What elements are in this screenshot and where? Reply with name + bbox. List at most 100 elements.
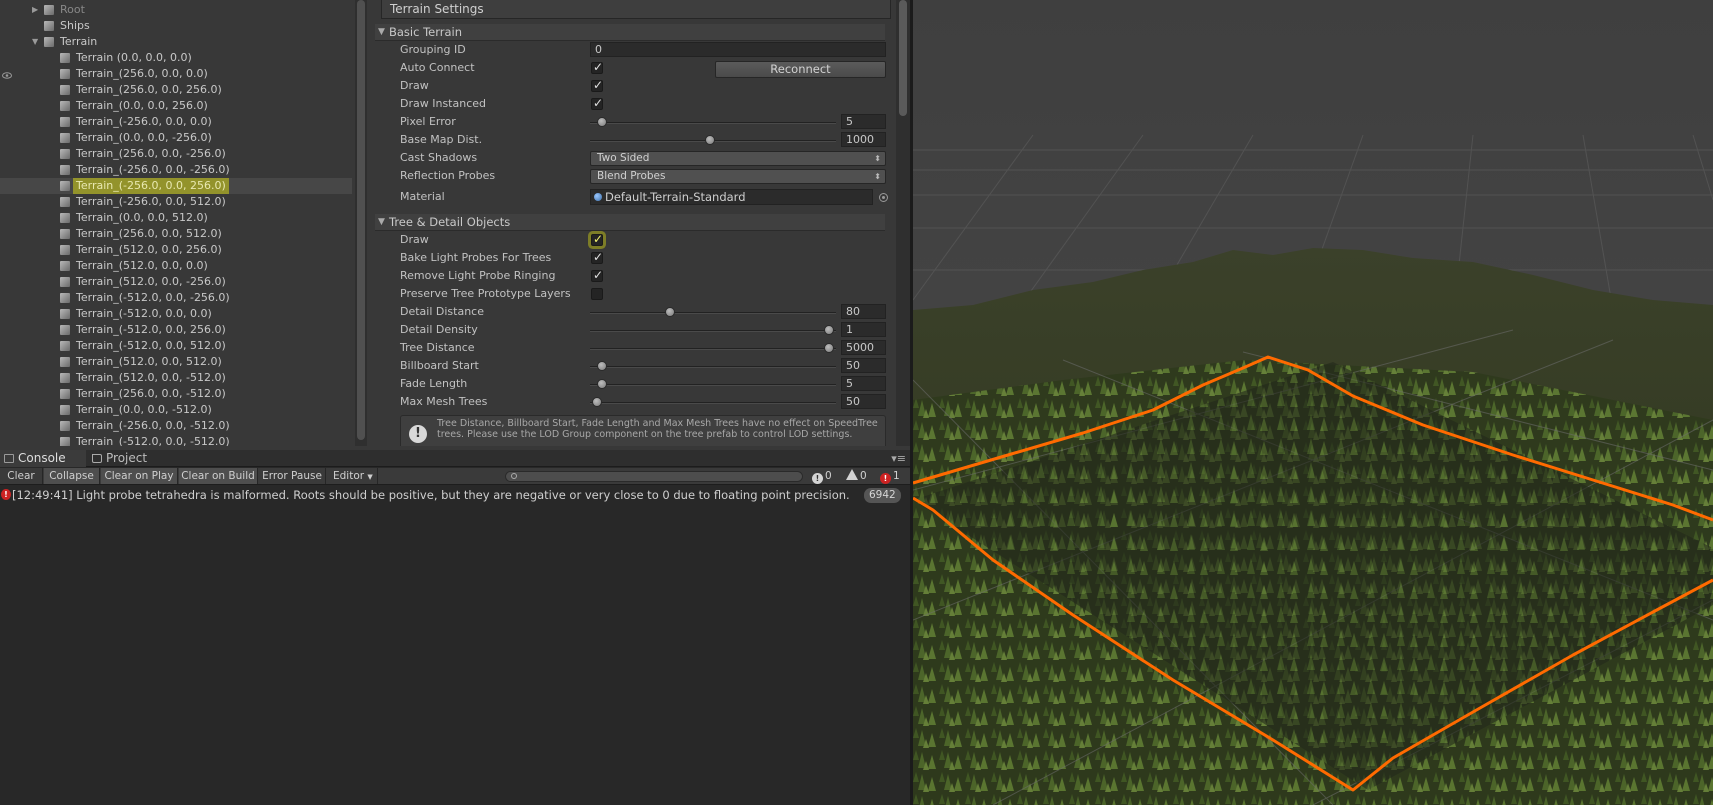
hierarchy-item[interactable]: ▶ Root [0, 2, 352, 18]
auto-connect-checkbox[interactable] [591, 60, 603, 74]
hierarchy-item-label: Ships [60, 19, 90, 32]
hierarchy-item[interactable]: ▼ Terrain [0, 34, 352, 50]
hierarchy-item[interactable]: Terrain_(0.0, 0.0, 256.0) [0, 98, 352, 114]
collapsed-arrow-icon[interactable]: ▶ [32, 2, 44, 18]
fade-length-label: Fade Length [400, 377, 468, 390]
hierarchy-item[interactable]: Terrain_(0.0, 0.0, -256.0) [0, 130, 352, 146]
detail-density-input[interactable]: 1 [841, 322, 886, 337]
detail-density-slider-knob[interactable] [824, 325, 834, 335]
draw-instanced-checkbox[interactable] [591, 96, 603, 110]
clear-on-build-toggle[interactable]: Clear on Build [179, 468, 258, 484]
detail-distance-slider-knob[interactable] [664, 307, 675, 317]
console-toolbar: Clear Collapse Clear on Play Clear on Bu… [0, 468, 912, 485]
hierarchy-item[interactable]: Terrain (0.0, 0.0, 0.0) [0, 50, 352, 66]
clear-on-play-toggle[interactable]: Clear on Play [101, 468, 178, 484]
cast-shadows-value: Two Sided [597, 152, 650, 164]
hierarchy-item[interactable]: Terrain_(512.0, 0.0, 256.0) [0, 242, 352, 258]
inspector-scroll-thumb[interactable] [899, 0, 907, 116]
pixel-error-input[interactable]: 5 [841, 114, 886, 129]
hierarchy-item[interactable]: Terrain_(-512.0, 0.0, -512.0) [0, 434, 352, 446]
tab-console-label: Console [18, 451, 66, 465]
max-mesh-trees-input[interactable]: 50 [841, 394, 886, 409]
pixel-error-slider-knob[interactable] [597, 117, 608, 127]
hierarchy-item[interactable]: Terrain_(512.0, 0.0, -256.0) [0, 274, 352, 290]
editor-dropdown[interactable]: Editor ▼ [327, 468, 378, 484]
tree-distance-input[interactable]: 5000 [841, 340, 886, 355]
error-pause-toggle[interactable]: Error Pause [259, 468, 326, 484]
max-mesh-trees-slider[interactable] [590, 402, 836, 404]
hierarchy-item[interactable]: Terrain_(0.0, 0.0, -512.0) [0, 402, 352, 418]
console-search-input[interactable] [505, 471, 803, 482]
hierarchy-scrollbar[interactable] [355, 0, 367, 446]
hierarchy-item[interactable]: Terrain_(-256.0, 0.0, 0.0) [0, 114, 352, 130]
bake-light-probes-checkbox[interactable] [591, 250, 603, 264]
remove-light-probe-ringing-checkbox[interactable] [591, 268, 603, 282]
tree-draw-checkbox[interactable] [591, 232, 603, 246]
hierarchy-item-label: Terrain_(256.0, 0.0, 0.0) [76, 67, 208, 80]
tree-distance-slider[interactable] [590, 348, 836, 350]
material-object-field[interactable]: Default-Terrain-Standard [590, 189, 873, 205]
inspector-scrollbar[interactable] [896, 0, 910, 446]
tree-detail-foldout[interactable]: ▼ Tree & Detail Objects [375, 214, 885, 231]
hierarchy-item[interactable]: Terrain_(-512.0, 0.0, 512.0) [0, 338, 352, 354]
grouping-id-input[interactable]: 0 [590, 42, 886, 57]
hierarchy-item[interactable]: Terrain_(256.0, 0.0, -512.0) [0, 386, 352, 402]
gameobject-cube-icon [60, 373, 70, 383]
console-log-entry[interactable]: ! [12:49:41] Light probe tetrahedra is m… [0, 486, 912, 504]
hierarchy-item[interactable]: Ships [0, 18, 352, 34]
reconnect-button[interactable]: Reconnect [715, 61, 886, 78]
hierarchy-item[interactable]: Terrain_(0.0, 0.0, 512.0) [0, 210, 352, 226]
speedtree-help-text: Tree Distance, Billboard Start, Fade Len… [437, 418, 878, 440]
hierarchy-item[interactable]: Terrain_(512.0, 0.0, 0.0) [0, 258, 352, 274]
draw-checkbox[interactable] [591, 78, 603, 92]
error-count-toggle[interactable]: ! 1 [880, 469, 900, 484]
info-count-toggle[interactable]: ! 0 [812, 469, 832, 484]
base-map-dist-slider-knob[interactable] [704, 135, 715, 145]
preserve-tree-prototype-layers-checkbox[interactable] [591, 288, 603, 300]
detail-distance-input[interactable]: 80 [841, 304, 886, 319]
reflection-probes-dropdown[interactable]: Blend Probes ⬍ [590, 169, 886, 184]
max-mesh-trees-slider-knob[interactable] [592, 397, 603, 407]
fade-length-input[interactable]: 5 [841, 376, 886, 391]
hierarchy-item[interactable]: Terrain_(-256.0, 0.0, -256.0) [0, 162, 352, 178]
hierarchy-item[interactable]: Terrain_(-512.0, 0.0, -256.0) [0, 290, 352, 306]
visibility-eye-icon[interactable] [2, 69, 12, 79]
scene-view[interactable] [913, 0, 1713, 805]
detail-distance-label: Detail Distance [400, 305, 484, 318]
gameobject-cube-icon [60, 133, 70, 143]
detail-distance-slider[interactable] [590, 312, 836, 314]
hierarchy-scroll-thumb[interactable] [357, 0, 365, 440]
tab-project[interactable]: Project [88, 450, 158, 467]
hierarchy-item[interactable]: Terrain_(256.0, 0.0, -256.0) [0, 146, 352, 162]
hierarchy-item[interactable]: Terrain_(512.0, 0.0, -512.0) [0, 370, 352, 386]
tree-distance-slider-knob[interactable] [824, 343, 834, 353]
cast-shadows-dropdown[interactable]: Two Sided ⬍ [590, 151, 886, 166]
billboard-start-input[interactable]: 50 [841, 358, 886, 373]
gameobject-cube-icon [60, 293, 70, 303]
hierarchy-item[interactable]: Terrain_(512.0, 0.0, 512.0) [0, 354, 352, 370]
hierarchy-item[interactable]: Terrain_(-256.0, 0.0, 256.0) [0, 178, 352, 194]
hierarchy-item[interactable]: Terrain_(256.0, 0.0, 512.0) [0, 226, 352, 242]
billboard-start-slider[interactable] [590, 366, 836, 368]
hierarchy-item[interactable]: Terrain_(256.0, 0.0, 0.0) [0, 66, 352, 82]
detail-density-slider[interactable] [590, 330, 836, 332]
expanded-arrow-icon[interactable]: ▼ [32, 34, 44, 50]
fade-length-slider-knob[interactable] [597, 379, 608, 389]
hierarchy-item[interactable]: Terrain_(256.0, 0.0, 256.0) [0, 82, 352, 98]
hierarchy-item[interactable]: Terrain_(-256.0, 0.0, -512.0) [0, 418, 352, 434]
fade-length-slider[interactable] [590, 384, 836, 386]
clear-button[interactable]: Clear [0, 468, 43, 484]
panel-menu-icon[interactable]: ▾≡ [891, 452, 906, 465]
warning-count-toggle[interactable]: 0 [846, 469, 867, 483]
chevron-down-icon: ▼ [367, 473, 373, 481]
basic-terrain-foldout[interactable]: ▼ Basic Terrain [375, 24, 885, 41]
hierarchy-item[interactable]: Terrain_(-256.0, 0.0, 512.0) [0, 194, 352, 210]
tab-console[interactable]: Console [0, 450, 86, 467]
billboard-start-slider-knob[interactable] [597, 361, 608, 371]
pixel-error-slider[interactable] [590, 122, 836, 124]
hierarchy-item[interactable]: Terrain_(-512.0, 0.0, 0.0) [0, 306, 352, 322]
object-picker-icon[interactable] [879, 193, 888, 202]
collapse-toggle[interactable]: Collapse [44, 468, 100, 484]
hierarchy-item[interactable]: Terrain_(-512.0, 0.0, 256.0) [0, 322, 352, 338]
base-map-dist-input[interactable]: 1000 [841, 132, 886, 147]
